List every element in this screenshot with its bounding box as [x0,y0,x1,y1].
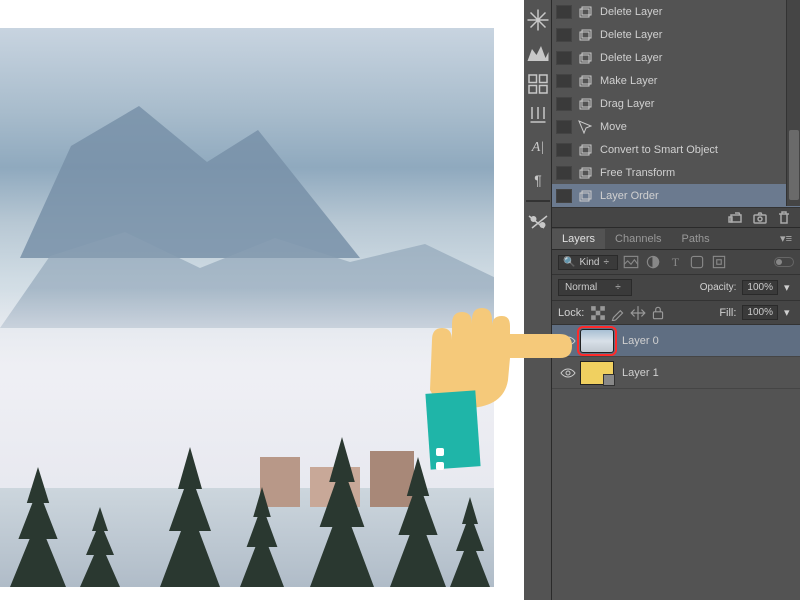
lock-trans-icon[interactable] [590,306,606,320]
lock-row: Lock: Fill: 100% ▾ [552,301,800,325]
camera-icon[interactable] [752,211,768,225]
filter-kind-label: Kind [579,257,599,268]
layer-thumbnail[interactable] [580,361,614,385]
history-item[interactable]: Move [552,115,800,138]
lock-paint-icon[interactable] [610,306,626,320]
history-item[interactable]: Make Layer [552,69,800,92]
opacity-label: Opacity: [700,282,737,293]
scrollbar-thumb[interactable] [789,130,799,200]
new-snapshot-icon[interactable] [728,211,744,225]
history-item[interactable]: Convert to Smart Object [552,138,800,161]
panel-menu-icon[interactable]: ▾≡ [772,228,800,249]
lock-label: Lock: [558,307,584,319]
brush-tool-icon[interactable] [526,104,550,128]
tab-paths[interactable]: Paths [672,229,720,249]
history-step-icon [576,28,594,42]
layers-list: Layer 0 Layer 1 [552,325,800,389]
history-checkbox[interactable] [556,5,572,19]
history-step-icon [576,97,594,111]
visibility-eye-icon[interactable] [556,335,580,347]
history-item[interactable]: Delete Layer [552,23,800,46]
history-panel: Delete Layer Delete Layer Delete Layer Make… [552,0,800,228]
history-item-label: Make Layer [600,75,657,87]
swatch-tool-icon[interactable] [526,72,550,96]
history-item[interactable]: Free Transform [552,161,800,184]
chevron-down-icon: ÷ [603,257,613,268]
history-step-icon [576,189,594,203]
history-step-icon [576,166,594,180]
history-step-icon [576,120,594,134]
filter-type-icon[interactable]: T [666,254,684,270]
history-item-label: Convert to Smart Object [600,144,718,156]
history-step-icon [576,74,594,88]
mountain-graphic [20,98,360,258]
history-item[interactable]: Delete Layer [552,0,800,23]
blend-mode-label: Normal [565,282,597,293]
blend-mode-select[interactable]: Normal ÷ [558,279,632,296]
lock-move-icon[interactable] [630,306,646,320]
visibility-eye-icon[interactable] [556,367,580,379]
paragraph-tool-icon[interactable]: ¶ [526,168,550,192]
layer-name[interactable]: Layer 1 [622,367,659,379]
trash-icon[interactable] [776,211,792,225]
right-panel: Delete Layer Delete Layer Delete Layer Make… [552,0,800,600]
fill-value[interactable]: 100% [742,305,778,320]
sparkle-tool-icon[interactable] [526,8,550,32]
history-checkbox[interactable] [556,74,572,88]
history-step-icon [576,143,594,157]
history-step-icon [576,5,594,19]
filter-adjust-icon[interactable] [644,254,662,270]
tab-channels[interactable]: Channels [605,229,671,249]
layer-name[interactable]: Layer 0 [622,335,659,347]
chevron-down-icon[interactable]: ▾ [784,281,794,294]
filter-shape-icon[interactable] [688,254,706,270]
layer-row[interactable]: Layer 1 [552,357,800,389]
history-item-label: Delete Layer [600,29,662,41]
filter-kind-select[interactable]: 🔍 Kind ÷ [558,255,618,270]
trees-graphic [0,407,494,587]
history-item-label: Delete Layer [600,6,662,18]
history-checkbox[interactable] [556,51,572,65]
filter-toggle[interactable] [774,257,794,267]
history-item-label: Move [600,121,627,133]
history-footer [552,207,800,227]
history-item-label: Delete Layer [600,52,662,64]
history-item[interactable]: Delete Layer [552,46,800,69]
toolbar-separator [526,200,550,202]
opacity-value[interactable]: 100% [742,280,778,295]
canvas-image[interactable] [0,28,494,587]
history-step-icon [576,51,594,65]
history-checkbox[interactable] [556,97,572,111]
history-checkbox[interactable] [556,166,572,180]
vertical-toolbar: A| ¶ [524,0,552,600]
blend-row: Normal ÷ Opacity: 100% ▾ [552,275,800,301]
history-item-label: Free Transform [600,167,675,179]
layer-row[interactable]: Layer 0 [552,325,800,357]
chevron-down-icon[interactable]: ▾ [784,306,794,319]
panel-tabs: Layers Channels Paths ▾≡ [552,228,800,250]
history-item[interactable]: Layer Order [552,184,800,207]
history-item-label: Drag Layer [600,98,654,110]
sliders-tool-icon[interactable] [526,210,550,234]
tab-layers[interactable]: Layers [552,229,605,249]
chevron-down-icon: ÷ [615,282,625,293]
history-checkbox[interactable] [556,189,572,203]
layer-filter-row: 🔍 Kind ÷ T [552,250,800,275]
history-checkbox[interactable] [556,143,572,157]
history-item-label: Layer Order [600,190,659,202]
history-scrollbar[interactable] [786,0,800,206]
layer-thumbnail[interactable] [580,329,614,353]
lock-icons [590,306,666,320]
histogram-tool-icon[interactable] [526,40,550,64]
lock-all-icon[interactable] [650,306,666,320]
history-item[interactable]: Drag Layer [552,92,800,115]
filter-image-icon[interactable] [622,254,640,270]
filter-smart-icon[interactable] [710,254,728,270]
fill-label: Fill: [719,307,736,319]
search-icon: 🔍 [563,257,575,268]
history-checkbox[interactable] [556,28,572,42]
character-tool-icon[interactable]: A| [526,136,550,160]
history-checkbox[interactable] [556,120,572,134]
